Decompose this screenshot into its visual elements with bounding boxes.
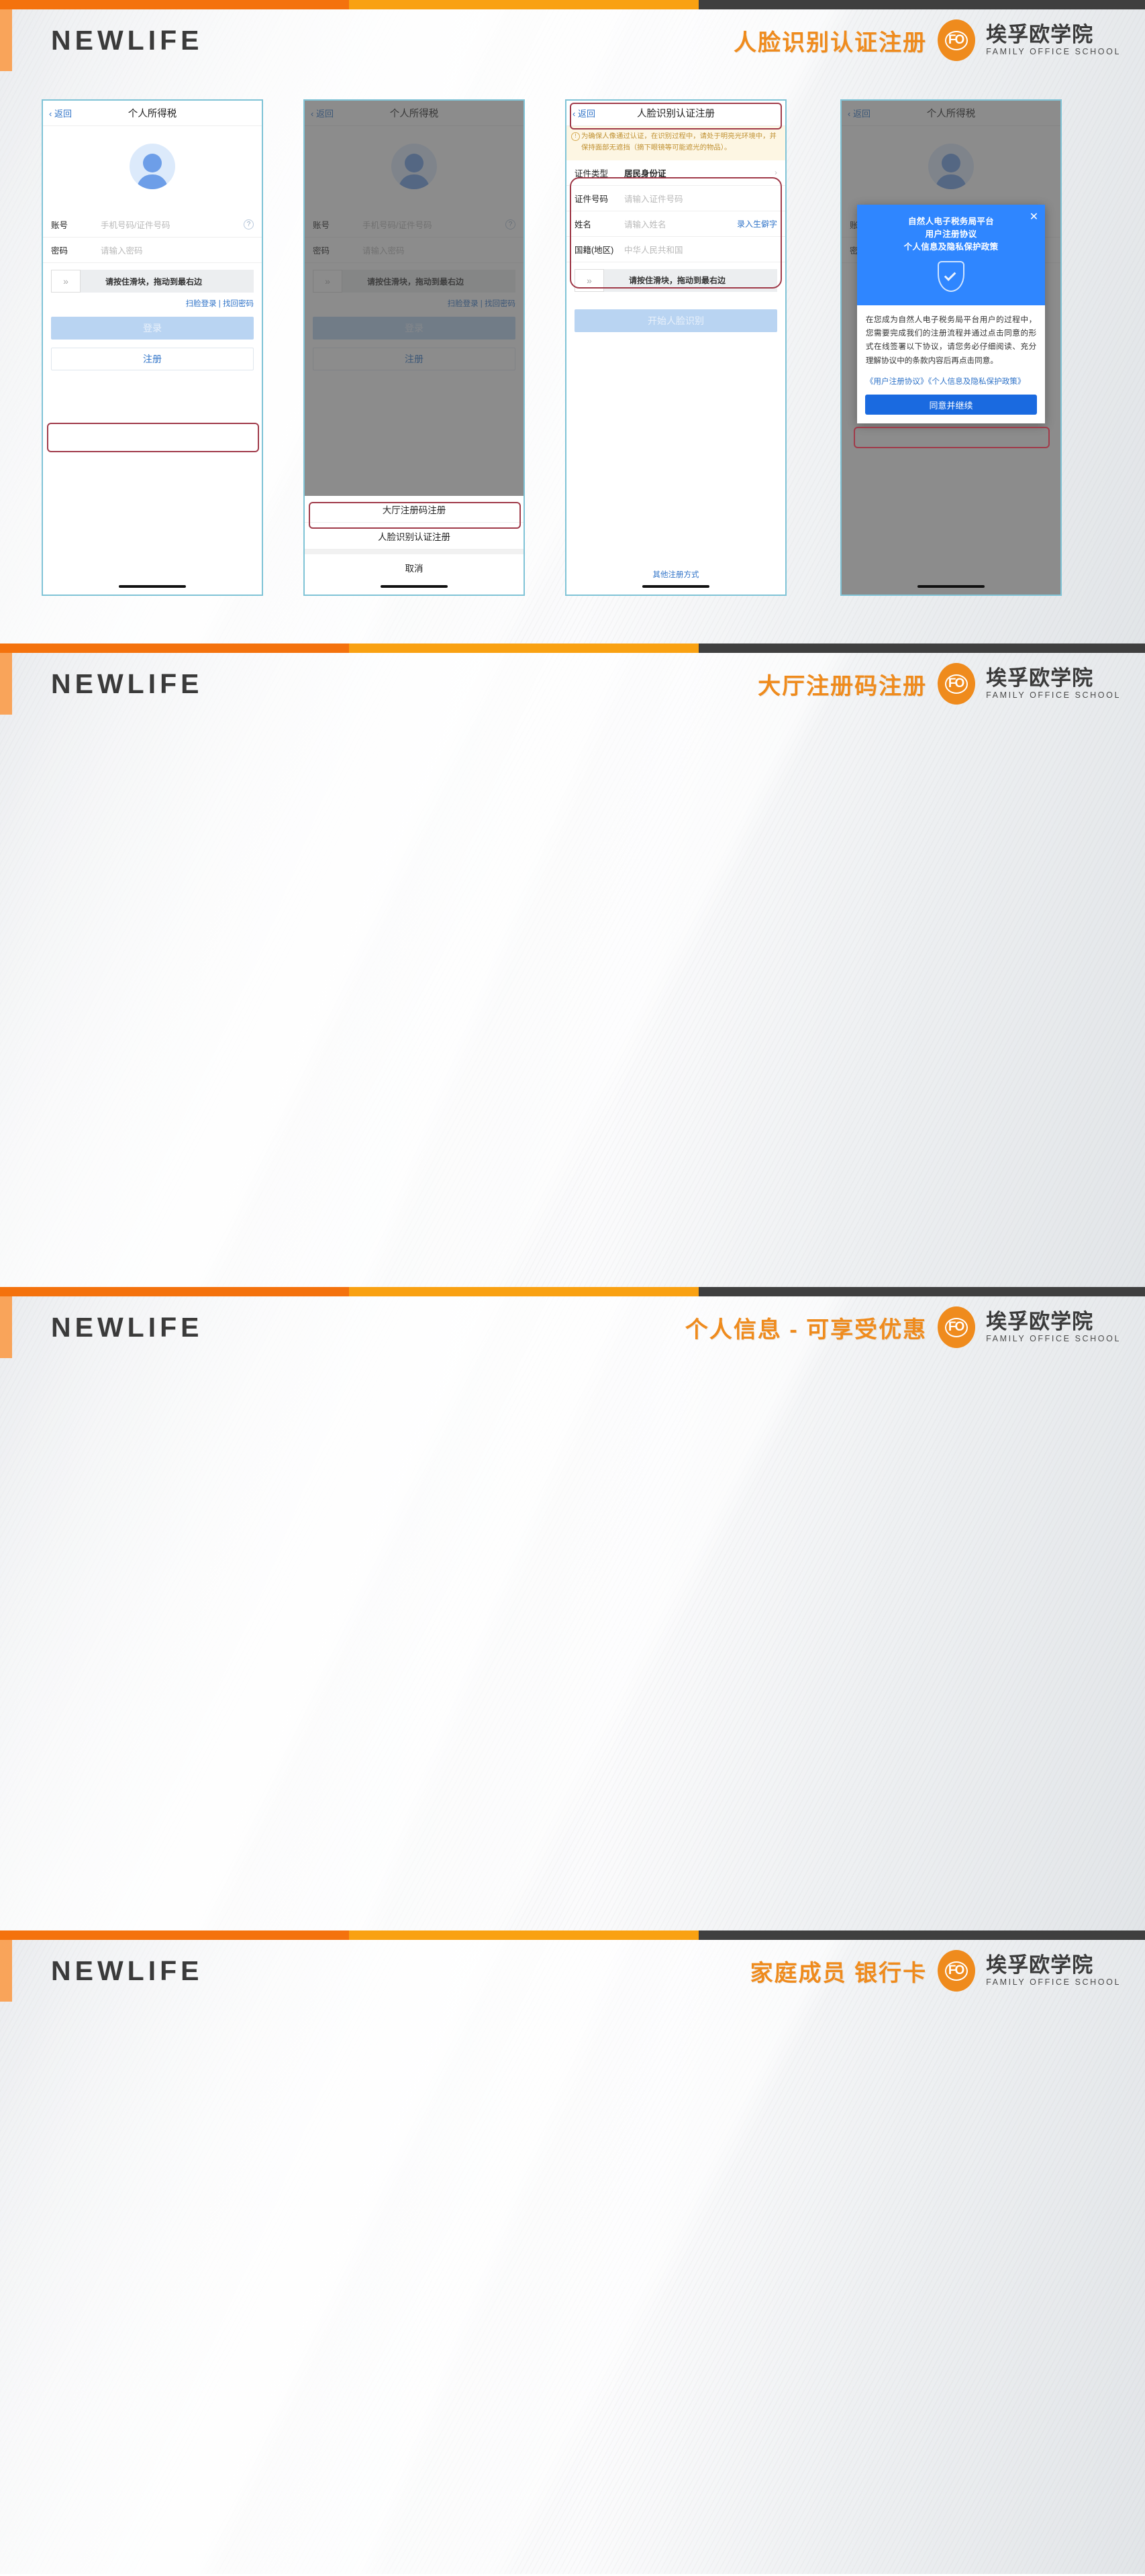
login-button[interactable]: 登录 [51,317,254,340]
face-form-fields: 证件类型 居民身份证 › 证件号码 请输入证件号码 姓名 请输入姓名 录入生僻字… [566,160,785,262]
agreement-modal: ✕ 自然人电子税务局平台 用户注册协议 个人信息及隐私保护政策 在您成为自然人电… [856,204,1046,424]
top-color-bars [0,1930,1145,1940]
sheet-option-face[interactable]: 人脸识别认证注册 [305,523,524,550]
help-icon[interactable]: ? [244,219,254,229]
slider-knob[interactable]: » [575,268,604,292]
id-number-field[interactable]: 证件号码 请输入证件号码 [566,186,785,211]
slider-label: 请按住滑块，拖动到最右边 [628,276,726,286]
navbar: ‹ 返回 个人所得税 [43,101,262,126]
slide-title: 人脸识别认证注册 [734,30,928,56]
close-icon[interactable]: ✕ [1030,210,1038,223]
school-name-cn: 埃孚欧学院 [986,666,1094,690]
accent-bar [0,9,12,71]
id-type-field[interactable]: 证件类型 居民身份证 › [566,160,785,186]
brand-logo: NEWLIFE [51,1311,203,1343]
agreement-links[interactable]: 《用户注册协议》《个人信息及隐私保护政策》 [857,376,1045,395]
agreement-line2: 用户注册协议 [925,229,977,239]
brand-logo: NEWLIFE [51,24,203,56]
slider-label: 请按住滑块，拖动到最右边 [105,276,202,287]
back-button[interactable]: ‹ 返回 [49,107,72,119]
fo-logo-icon: FO [938,663,976,705]
top-color-bars [0,0,1145,9]
password-label: 密码 [51,246,68,256]
password-input[interactable]: 请输入密码 [101,244,254,256]
register-action-sheet: 大厅注册码注册 人脸识别认证注册 取消 [305,496,524,595]
account-field[interactable]: 账号 手机号码/证件号码 ? [43,212,262,238]
slide-family-bank: NEWLIFE 家庭成员 银行卡 FO 埃孚欧学院 FAMILY OFFICE … [0,1930,1145,2574]
page-title: 人脸识别认证注册 [637,109,715,119]
phone-agreement: ‹ 返回 个人所得税 账号 手机号码/证件号码 密码 请输入密码 ✕ 自然人电子… [840,99,1062,596]
phone-login: ‹ 返回 个人所得税 账号 手机号码/证件号码 ? 密码 请输入密码 » 请按住… [42,99,263,596]
sheet-option-hall-code[interactable]: 大厅注册码注册 [305,496,524,523]
fo-logo-icon: FO [938,1950,976,1992]
name-field[interactable]: 姓名 请输入姓名 录入生僻字 [566,211,785,237]
slider-captcha[interactable]: » 请按住滑块，拖动到最右边 [51,270,254,293]
top-color-bars [0,1287,1145,1296]
account-input[interactable]: 手机号码/证件号码 [101,218,244,231]
account-label: 账号 [51,221,68,230]
slide-personal-info: NEWLIFE 个人信息 - 可享受优惠 FO 埃孚欧学院 FAMILY OFF… [0,1287,1145,1930]
school-name-en: FAMILY OFFICE SCHOOL [986,690,1121,701]
login-links[interactable]: 扫脸登录 | 找回密码 [43,293,262,309]
page-title: 个人所得税 [128,109,177,119]
top-color-bars [0,643,1145,653]
slide-title: 大厅注册码注册 [758,673,928,699]
slider-knob[interactable]: » [51,270,81,293]
school-name-cn: 埃孚欧学院 [986,1309,1094,1333]
brand-logo: NEWLIFE [51,1955,203,1986]
slide-title: 家庭成员 银行卡 [750,1960,928,1986]
other-register-link[interactable]: 其他注册方式 [566,564,785,585]
phone-face-form: ‹ 返回 人脸识别认证注册 为确保人像通过认证，在识别过程中，请处于明亮光环境中… [565,99,787,596]
fo-logo-icon: FO [938,1306,976,1348]
register-button[interactable]: 注册 [51,348,254,370]
slider-captcha[interactable]: » 请按住滑块，拖动到最右边 [575,268,777,292]
slide-hall-code-registration: NEWLIFE 大厅注册码注册 FO 埃孚欧学院 FAMILY OFFICE S… [0,643,1145,1287]
sheet-cancel[interactable]: 取消 [305,554,524,581]
back-button[interactable]: ‹ 返回 [572,107,595,119]
face-notice: 为确保人像通过认证，在识别过程中，请处于明亮光环境中，并保持面部无遮挡（摘下眼镜… [566,126,785,160]
shield-check-icon [938,260,964,292]
school-name-cn: 埃孚欧学院 [986,22,1094,46]
school-name-en: FAMILY OFFICE SCHOOL [986,1334,1121,1344]
start-face-recognition-button[interactable]: 开始人脸识别 [575,309,777,332]
school-name-en: FAMILY OFFICE SCHOOL [986,1977,1121,1988]
slide-face-registration: NEWLIFE 人脸识别认证注册 FO 埃孚欧学院 FAMILY OFFICE … [0,0,1145,643]
school-name-en: FAMILY OFFICE SCHOOL [986,47,1121,57]
school-name-cn: 埃孚欧学院 [986,1953,1094,1977]
rare-char-button[interactable]: 录入生僻字 [737,218,777,229]
password-field[interactable]: 密码 请输入密码 [43,238,262,263]
agreement-line3: 个人信息及隐私保护政策 [903,242,999,252]
brand-logo: NEWLIFE [51,668,203,699]
avatar [43,126,262,212]
nationality-field[interactable]: 国籍(地区) 中华人民共和国 [566,237,785,262]
slide-title: 个人信息 - 可享受优惠 [685,1317,928,1343]
phone-register-options: ‹ 返回 个人所得税 账号 手机号码/证件号码? 密码 请输入密码 » 请按住滑… [303,99,525,596]
slide-header: NEWLIFE 人脸识别认证注册 FO 埃孚欧学院 FAMILY OFFICE … [0,9,1145,71]
fo-logo-icon: FO [938,19,976,61]
chevron-right-icon: › [775,168,777,178]
agreement-line1: 自然人电子税务局平台 [907,216,994,226]
agree-continue-button[interactable]: 同意并继续 [864,395,1038,415]
agreement-body: 在您成为自然人电子税务局平台用户的过程中，您需要完成我们的注册流程并通过点击同意… [865,315,1037,365]
